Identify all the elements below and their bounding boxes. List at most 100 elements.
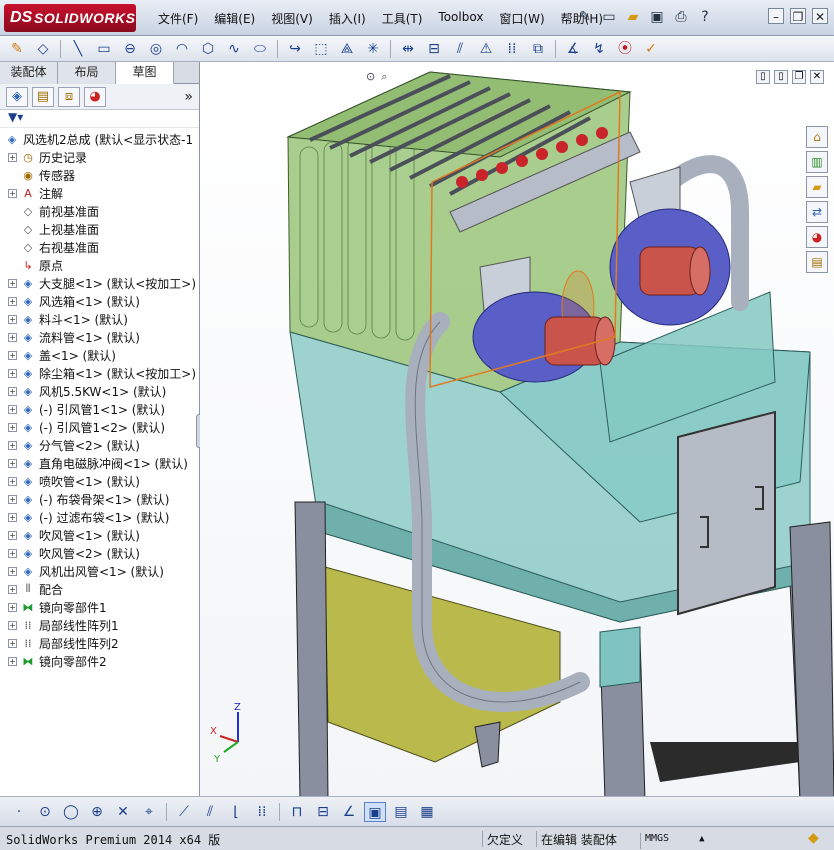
- tree-expander-icon[interactable]: +: [8, 404, 17, 414]
- tree-expander-icon[interactable]: +: [8, 350, 17, 360]
- fillet-icon[interactable]: ⌖: [138, 802, 160, 822]
- file-explorer-icon[interactable]: ▰: [806, 176, 828, 198]
- dimension-icon[interactable]: ✕: [112, 802, 134, 822]
- menu-toolbox[interactable]: Toolbox: [430, 10, 491, 27]
- tree-item[interactable]: ◇ 右视基准面: [0, 238, 199, 256]
- options-icon[interactable]: ⦿: [614, 39, 636, 59]
- tree-item[interactable]: + ◈ 风机出风管<1> (默认): [0, 562, 199, 580]
- linear-pattern-icon[interactable]: ✳: [362, 39, 384, 59]
- pin-icon[interactable]: ✎: [576, 8, 594, 26]
- angle-icon[interactable]: ∠: [338, 802, 360, 822]
- quick-snaps-icon[interactable]: ↯: [588, 39, 610, 59]
- tree-item[interactable]: + ◈ 喷吹管<1> (默认): [0, 472, 199, 490]
- mirror-icon[interactable]: ⟁: [336, 39, 358, 59]
- tree-item[interactable]: + ◷ 历史记录: [0, 148, 199, 166]
- tree-item[interactable]: + ◈ 分气管<2> (默认): [0, 436, 199, 454]
- close-icon[interactable]: ✕: [812, 8, 828, 24]
- tree-item[interactable]: + ⧓ 镜向零部件1: [0, 598, 199, 616]
- tree-expander-icon[interactable]: +: [8, 296, 17, 306]
- tab-assembly[interactable]: 装配体: [0, 62, 58, 84]
- linear-icon[interactable]: ⫽: [199, 802, 221, 822]
- ellipse-icon[interactable]: ⬭: [249, 39, 271, 59]
- filter-icon[interactable]: ▼▾: [8, 110, 23, 124]
- tree-expander-icon[interactable]: +: [8, 458, 17, 468]
- status-units[interactable]: MMGS ▲: [640, 833, 730, 849]
- tree-expander-icon[interactable]: +: [8, 188, 17, 198]
- relation-icon[interactable]: ⊓: [286, 802, 308, 822]
- help-icon[interactable]: ?: [696, 8, 714, 26]
- tree-item[interactable]: + ◈ 盖<1> (默认): [0, 346, 199, 364]
- polygon-icon[interactable]: ◯: [60, 802, 82, 822]
- view-palette-icon[interactable]: ⇄: [806, 201, 828, 223]
- filter-row[interactable]: ▼▾: [0, 110, 199, 128]
- tree-expander-icon[interactable]: +: [8, 278, 17, 288]
- tree-item[interactable]: + ◈ 风选箱<1> (默认): [0, 292, 199, 310]
- tree-item[interactable]: + ⁞⁞ 局部线性阵列1: [0, 616, 199, 634]
- tree-expander-icon[interactable]: +: [8, 476, 17, 486]
- tree-expander-icon[interactable]: +: [8, 386, 17, 396]
- point-icon[interactable]: ·: [8, 802, 30, 822]
- print-icon[interactable]: ⎙: [672, 8, 690, 26]
- tree-expander-icon[interactable]: +: [8, 512, 17, 522]
- shaded-icon[interactable]: ▣: [364, 801, 386, 822]
- tree-item[interactable]: ↳ 原点: [0, 256, 199, 274]
- grid-icon[interactable]: ⁞⁞: [251, 802, 273, 822]
- tree-item[interactable]: ◇ 上视基准面: [0, 220, 199, 238]
- trim-icon[interactable]: ⊕: [86, 802, 108, 822]
- tab-sketch[interactable]: 草图: [116, 62, 174, 84]
- menu-insert[interactable]: 插入(I): [321, 10, 374, 27]
- menu-window[interactable]: 窗口(W): [491, 10, 552, 27]
- tree-item[interactable]: + ◈ 大支腿<1> (默认<按加工>): [0, 274, 199, 292]
- open-icon[interactable]: ▰: [624, 8, 642, 26]
- menu-edit[interactable]: 编辑(E): [206, 10, 263, 27]
- tree-item[interactable]: + ◈ 风机5.5KW<1> (默认): [0, 382, 199, 400]
- tree-item[interactable]: + ◈ 料斗<1> (默认): [0, 310, 199, 328]
- property-manager-icon[interactable]: ▤: [32, 86, 54, 107]
- tree-expander-icon[interactable]: +: [8, 530, 17, 540]
- menu-view[interactable]: 视图(V): [263, 10, 321, 27]
- grid-icon[interactable]: ⚠: [475, 39, 497, 59]
- line-icon[interactable]: ╲: [67, 39, 89, 59]
- view-icon[interactable]: ⊟: [312, 802, 334, 822]
- sketch-icon[interactable]: ✎: [6, 39, 28, 59]
- tag-icon[interactable]: ◆: [808, 830, 819, 846]
- circle-icon[interactable]: ◎: [145, 39, 167, 59]
- smart-dimension-icon[interactable]: ◇: [32, 39, 54, 59]
- customize-icon[interactable]: ✓: [640, 39, 662, 59]
- tree-item[interactable]: ◉ 传感器: [0, 166, 199, 184]
- expand-panel-icon[interactable]: »: [184, 89, 193, 105]
- construction-icon[interactable]: ⌊: [225, 802, 247, 822]
- tree-expander-icon[interactable]: +: [8, 638, 17, 648]
- offset-icon[interactable]: ⬚: [310, 39, 332, 59]
- tree-expander-icon[interactable]: +: [8, 368, 17, 378]
- trim-icon[interactable]: ⊟: [423, 39, 445, 59]
- restore-icon[interactable]: ❐: [790, 8, 806, 24]
- tree-item[interactable]: + ⧓ 镜向零部件2: [0, 652, 199, 670]
- circle-icon[interactable]: ⊙: [34, 802, 56, 822]
- design-library-icon[interactable]: ▥: [806, 151, 828, 173]
- menu-tools[interactable]: 工具(T): [374, 10, 431, 27]
- tree-item[interactable]: + ⁞⁞ 局部线性阵列2: [0, 634, 199, 652]
- new-document-icon[interactable]: ▭: [600, 8, 618, 26]
- tree-expander-icon[interactable]: +: [8, 584, 17, 594]
- tree-expander-icon[interactable]: +: [8, 152, 17, 162]
- tree-item[interactable]: + ◈ (-) 引风管1<2> (默认): [0, 418, 199, 436]
- fillet-icon[interactable]: ↪: [284, 39, 306, 59]
- appearances-icon[interactable]: ◕: [806, 226, 828, 248]
- custom-properties-icon[interactable]: ▤: [806, 251, 828, 273]
- save-icon[interactable]: ▣: [648, 8, 666, 26]
- tree-item[interactable]: + A 注解: [0, 184, 199, 202]
- table-icon[interactable]: ▦: [416, 802, 438, 822]
- relations-icon[interactable]: ⁞⁞: [501, 39, 523, 59]
- tree-expander-icon[interactable]: +: [8, 548, 17, 558]
- mirror-icon[interactable]: ⟋: [173, 802, 195, 822]
- solidworks-logo[interactable]: DS SOLIDWORKS: [4, 4, 136, 32]
- rebuild-icon[interactable]: ∡: [562, 39, 584, 59]
- tree-expander-icon[interactable]: +: [8, 494, 17, 504]
- tree-expander-icon[interactable]: +: [8, 620, 17, 630]
- tree-item[interactable]: + ◈ 吹风管<1> (默认): [0, 526, 199, 544]
- slot-icon[interactable]: ⊖: [119, 39, 141, 59]
- tree-item[interactable]: ◇ 前视基准面: [0, 202, 199, 220]
- home-icon[interactable]: ⌂: [806, 126, 828, 148]
- menu-file[interactable]: 文件(F): [150, 10, 206, 27]
